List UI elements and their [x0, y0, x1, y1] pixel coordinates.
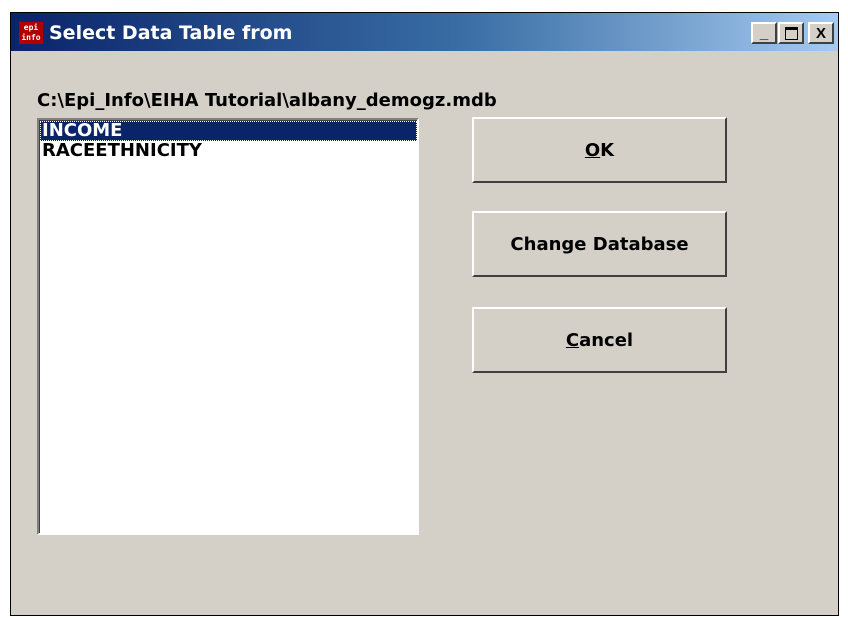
cancel-button-accelerator: C	[565, 329, 580, 351]
listbox-content: INCOME RACEETHNICITY	[39, 120, 417, 533]
ok-button-accelerator: O	[584, 139, 601, 161]
maximize-icon	[784, 26, 798, 40]
select-data-table-dialog: epi info Select Data Table from _ X C:\Ep…	[10, 12, 839, 616]
cancel-button-label: ancel	[579, 329, 634, 351]
title-bar[interactable]: epi info Select Data Table from _ X	[11, 13, 838, 51]
change-database-button[interactable]: Change Database	[472, 211, 727, 277]
data-table-listbox[interactable]: INCOME RACEETHNICITY	[37, 118, 419, 535]
epi-info-app-icon: epi info	[19, 22, 43, 44]
table-list-item[interactable]: RACEETHNICITY	[40, 141, 417, 161]
close-button[interactable]: X	[808, 22, 834, 44]
table-list-item[interactable]: INCOME	[40, 121, 417, 141]
window-title: Select Data Table from	[49, 22, 293, 44]
ok-button[interactable]: OK	[472, 117, 727, 183]
minimize-button[interactable]: _	[751, 22, 777, 44]
cancel-button[interactable]: Cancel	[472, 307, 727, 373]
ok-button-label: K	[600, 139, 615, 161]
database-path-label: C:\Epi_Info\EIHA Tutorial\albany_demogz.…	[37, 90, 497, 111]
maximize-button[interactable]	[778, 22, 804, 44]
change-database-label: Change Database	[510, 233, 689, 255]
